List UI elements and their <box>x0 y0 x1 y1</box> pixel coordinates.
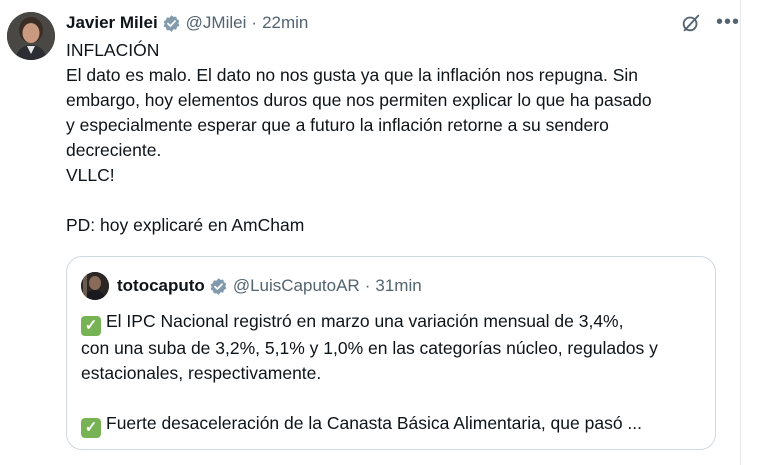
quoted-author-name[interactable]: totocaputo <box>117 276 205 296</box>
author-avatar[interactable] <box>7 12 55 60</box>
header-separator: · <box>251 13 258 32</box>
quoted-line: ✓ El IPC Nacional registró en marzo una v… <box>81 309 711 336</box>
more-icon[interactable]: ••• <box>716 12 740 32</box>
verified-badge-icon[interactable] <box>162 14 181 33</box>
tweet-line: decreciente. <box>66 140 162 160</box>
quoted-author-avatar[interactable] <box>81 272 109 300</box>
quoted-tweet-text: ✓ El IPC Nacional registró en marzo una v… <box>81 309 711 438</box>
quoted-line: estacionales, respectivamente. <box>81 363 322 383</box>
quoted-tweet-header: totocaputo @LuisCaputoAR · 31min <box>81 271 422 301</box>
tweet-line: VLLC! <box>66 165 115 185</box>
check-mark-icon: ✓ <box>81 316 101 336</box>
tweet-line: PD: hoy explicaré en AmCham <box>66 215 305 235</box>
check-mark-icon: ✓ <box>81 418 101 438</box>
quoted-tweet-timestamp[interactable]: 31min <box>375 276 421 296</box>
quoted-line-text: El IPC Nacional registró en marzo una va… <box>106 311 624 331</box>
quoted-line: ✓ Fuerte desaceleración de la Canasta Bás… <box>81 411 711 438</box>
tweet-line: y especialmente esperar que a futuro la … <box>66 115 609 135</box>
author-handle[interactable]: @JMilei <box>186 13 247 33</box>
author-avatar-image <box>7 12 55 60</box>
grok-icon[interactable] <box>680 12 702 39</box>
quoted-tweet[interactable]: totocaputo @LuisCaputoAR · 31min ✓ El IPC… <box>66 256 716 450</box>
tweet-text: INFLACIÓN El dato es malo. El dato no no… <box>66 38 726 238</box>
tweet-actions: ••• <box>680 12 740 39</box>
quoted-author-avatar-image <box>81 272 109 300</box>
quoted-author-handle[interactable]: @LuisCaputoAR <box>233 276 360 296</box>
verified-badge-icon[interactable] <box>209 277 228 296</box>
tweet-timestamp[interactable]: 22min <box>262 13 308 33</box>
tweet[interactable]: Javier Milei @JMilei · 22min ••• INFLACI… <box>66 10 739 238</box>
quoted-line-text: Fuerte desaceleración de la Canasta Bási… <box>106 413 643 433</box>
quoted-line: con una suba de 3,2%, 5,1% y 1,0% en las… <box>81 338 658 358</box>
quoted-header-separator: · <box>364 276 371 295</box>
tweet-line: INFLACIÓN <box>66 40 160 60</box>
author-name[interactable]: Javier Milei <box>66 13 158 33</box>
tweet-header: Javier Milei @JMilei · 22min ••• <box>66 10 739 36</box>
tweet-line: embargo, hoy elementos duros que nos per… <box>66 90 652 110</box>
tweet-line: El dato es malo. El dato no nos gusta ya… <box>66 65 639 85</box>
timeline-divider <box>740 0 741 465</box>
